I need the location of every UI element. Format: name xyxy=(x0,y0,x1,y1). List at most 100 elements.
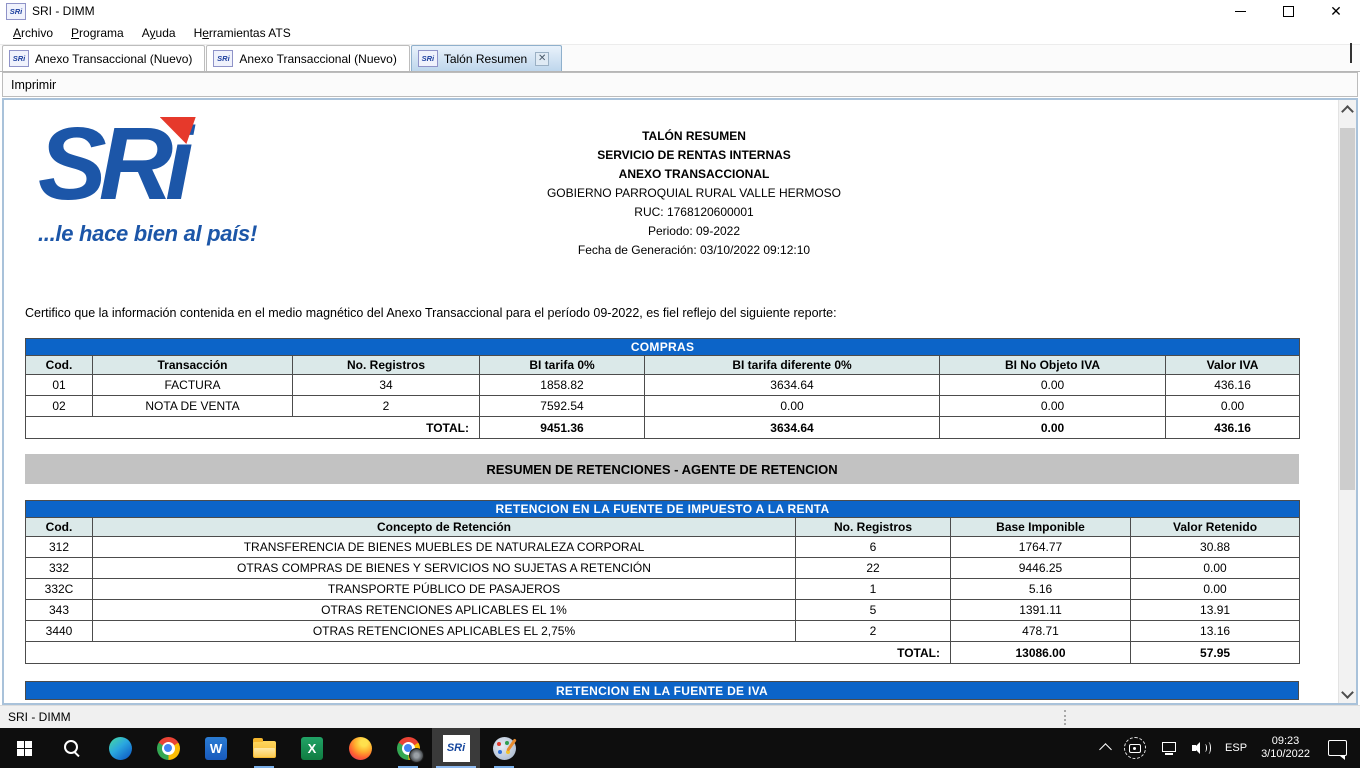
table-cell: FACTURA xyxy=(93,375,293,396)
language-indicator[interactable]: ESP xyxy=(1218,728,1254,768)
search-button[interactable] xyxy=(48,728,96,768)
report-header-line: SERVICIO DE RENTAS INTERNAS xyxy=(334,146,1054,165)
table-cell: 478.71 xyxy=(951,621,1131,642)
restore-button[interactable] xyxy=(1264,0,1312,22)
titlebar: SRi SRI - DIMM ✕ xyxy=(0,0,1360,22)
scrollbar[interactable] xyxy=(1338,100,1356,703)
tab-strip: SRiAnexo Transaccional (Nuevo)SRiAnexo T… xyxy=(0,45,1360,72)
total-label: TOTAL: xyxy=(26,417,480,439)
table-row: 312TRANSFERENCIA DE BIENES MUEBLES DE NA… xyxy=(26,537,1300,558)
table-cell: 01 xyxy=(26,375,93,396)
total-value: 3634.64 xyxy=(645,417,940,439)
report-header: TALÓN RESUMENSERVICIO DE RENTAS INTERNAS… xyxy=(334,127,1054,260)
table-row: 343OTRAS RETENCIONES APLICABLES EL 1%513… xyxy=(26,600,1300,621)
statusbar-text: SRI - DIMM xyxy=(8,710,71,724)
chevron-up-icon xyxy=(1099,743,1112,756)
firefox-browser-icon xyxy=(349,737,372,760)
clock[interactable]: 09:23 3/10/2022 xyxy=(1254,728,1317,768)
firefox-icon[interactable] xyxy=(336,728,384,768)
table-cell: OTRAS RETENCIONES APLICABLES EL 1% xyxy=(93,600,796,621)
chrome-profile-icon[interactable] xyxy=(384,728,432,768)
table-cell: OTRAS COMPRAS DE BIENES Y SERVICIOS NO S… xyxy=(93,558,796,579)
column-header: No. Registros xyxy=(293,356,480,375)
volume-tray-button[interactable] xyxy=(1185,728,1218,768)
folder-icon xyxy=(253,741,276,758)
sri-logo-tagline: ...le hace bien al país! xyxy=(38,221,278,247)
table-cell: 0.00 xyxy=(1166,396,1300,417)
table-row: 02NOTA DE VENTA27592.540.000.000.00 xyxy=(26,396,1300,417)
start-button[interactable] xyxy=(0,728,48,768)
clock-date: 3/10/2022 xyxy=(1261,748,1310,761)
table-cell: 13.91 xyxy=(1131,600,1300,621)
table-cell: 1858.82 xyxy=(480,375,645,396)
camera-tray-button[interactable] xyxy=(1117,728,1153,768)
data-table: COMPRASCod.TransacciónNo. RegistrosBI ta… xyxy=(25,338,1300,439)
taskbar-apps: W X SRi xyxy=(0,728,528,768)
word-icon[interactable]: W xyxy=(192,728,240,768)
table-cell: 0.00 xyxy=(1131,579,1300,600)
scroll-down-button[interactable] xyxy=(1339,685,1356,703)
sri-logo: SRi ...le hace bien al país! xyxy=(38,114,278,247)
report-header-line: Periodo: 09-2022 xyxy=(334,222,1054,241)
table-cell: 0.00 xyxy=(645,396,940,417)
file-explorer-icon[interactable] xyxy=(240,728,288,768)
menubar: ArchivoProgramaAyudaHerramientas ATS xyxy=(0,22,1360,45)
menu-archivo[interactable]: Archivo xyxy=(4,23,62,43)
notification-center-button[interactable] xyxy=(1317,728,1358,768)
iva-section-header: RETENCION EN LA FUENTE DE IVA xyxy=(25,681,1299,700)
report-header-line: GOBIERNO PARROQUIAL RURAL VALLE HERMOSO xyxy=(334,184,1054,203)
column-header: BI No Objeto IVA xyxy=(940,356,1166,375)
column-header: Base Imponible xyxy=(951,518,1131,537)
table-cell: 0.00 xyxy=(940,375,1166,396)
edge-icon[interactable] xyxy=(96,728,144,768)
report-header-line: RUC: 1768120600001 xyxy=(334,203,1054,222)
tab-3[interactable]: SRiTalón Resumen✕ xyxy=(411,45,562,71)
paint-icon[interactable] xyxy=(480,728,528,768)
view-controls xyxy=(1342,45,1360,71)
compras-table: COMPRASCod.TransacciónNo. RegistrosBI ta… xyxy=(25,338,1300,439)
search-icon xyxy=(63,739,81,757)
sri-dimm-taskbar-icon[interactable]: SRi xyxy=(432,728,480,768)
table-cell: 1764.77 xyxy=(951,537,1131,558)
retenciones-banner: RESUMEN DE RETENCIONES - AGENTE DE RETEN… xyxy=(25,454,1299,484)
column-header: Concepto de Retención xyxy=(93,518,796,537)
tab-2[interactable]: SRiAnexo Transaccional (Nuevo) xyxy=(206,45,409,71)
chrome-icon[interactable] xyxy=(144,728,192,768)
scrollbar-thumb[interactable] xyxy=(1340,128,1355,490)
tab-1[interactable]: SRiAnexo Transaccional (Nuevo) xyxy=(2,45,205,71)
table-header-row: Cod.TransacciónNo. RegistrosBI tarifa 0%… xyxy=(26,356,1300,375)
window-controls: ✕ xyxy=(1216,0,1360,22)
menu-ayuda[interactable]: Ayuda xyxy=(133,23,185,43)
table-cell: 1391.11 xyxy=(951,600,1131,621)
table-row: 01FACTURA341858.823634.640.00436.16 xyxy=(26,375,1300,396)
windows-logo-icon xyxy=(17,741,32,756)
network-tray-button[interactable] xyxy=(1153,728,1185,768)
tray-expand-button[interactable] xyxy=(1094,728,1117,768)
sri-app-icon: SRi xyxy=(443,735,470,762)
menu-programa[interactable]: Programa xyxy=(62,23,133,43)
notification-icon xyxy=(1328,740,1347,756)
edge-browser-icon xyxy=(109,737,132,760)
word-app-icon: W xyxy=(205,737,227,760)
close-button[interactable]: ✕ xyxy=(1312,0,1360,22)
menu-herramientas-ats[interactable]: Herramientas ATS xyxy=(185,23,300,43)
app-icon: SRi xyxy=(6,3,26,20)
table-title-row: RETENCION EN LA FUENTE DE IMPUESTO A LA … xyxy=(26,501,1300,518)
view-maximize-button[interactable] xyxy=(1350,45,1352,63)
column-header: No. Registros xyxy=(796,518,951,537)
table-cell: 332 xyxy=(26,558,93,579)
minimize-button[interactable] xyxy=(1216,0,1264,22)
table-cell: NOTA DE VENTA xyxy=(93,396,293,417)
print-button[interactable]: Imprimir xyxy=(11,78,56,92)
table-cell: 2 xyxy=(796,621,951,642)
tab-close-icon[interactable]: ✕ xyxy=(535,52,549,66)
scroll-up-button[interactable] xyxy=(1339,100,1356,118)
table-cell: 436.16 xyxy=(1166,375,1300,396)
clock-time: 09:23 xyxy=(1261,735,1310,748)
table-cell: 30.88 xyxy=(1131,537,1300,558)
table-cell: 7592.54 xyxy=(480,396,645,417)
excel-icon[interactable]: X xyxy=(288,728,336,768)
table-cell: 13.16 xyxy=(1131,621,1300,642)
table-cell: 2 xyxy=(293,396,480,417)
table-cell: TRANSPORTE PÚBLICO DE PASAJEROS xyxy=(93,579,796,600)
